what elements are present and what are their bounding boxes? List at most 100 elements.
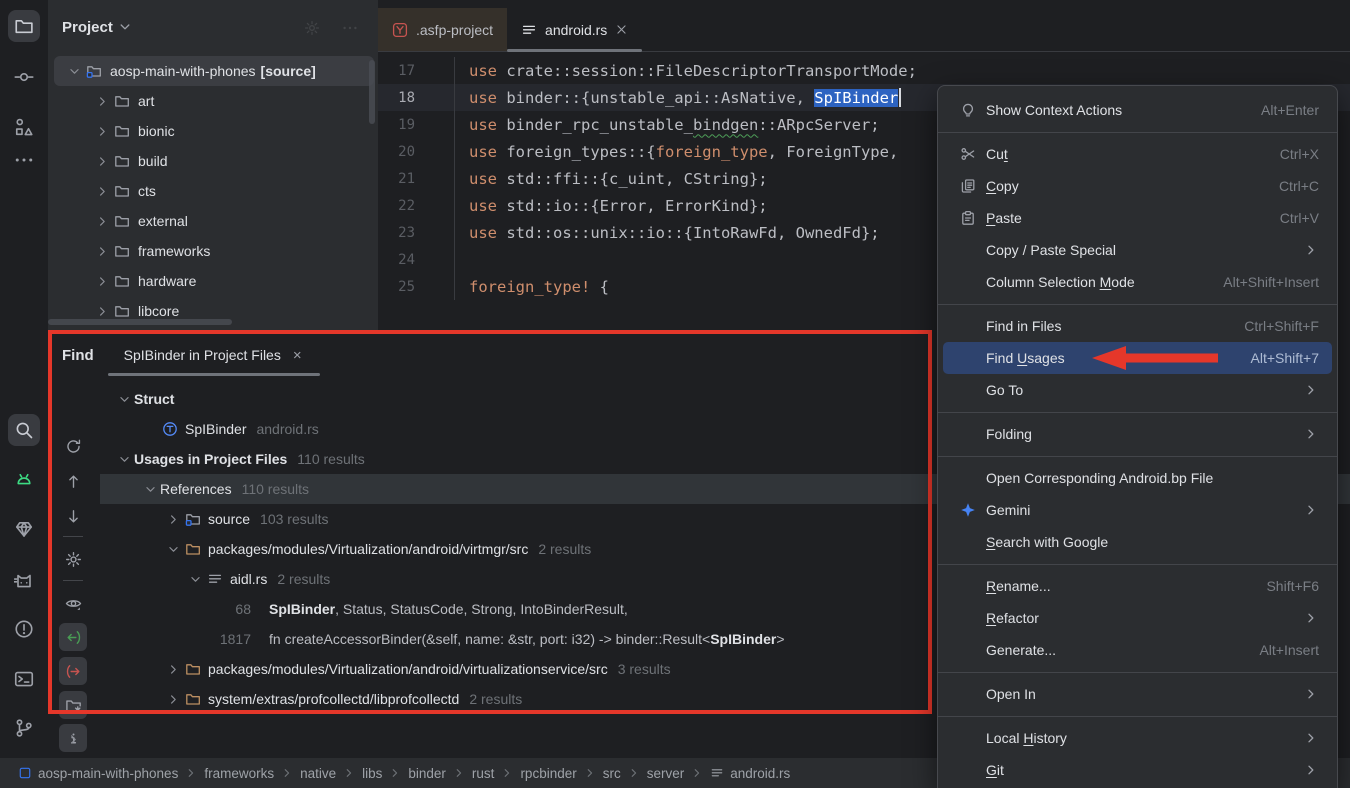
breadcrumb-item-aosp-main-with-phones[interactable]: aosp-main-with-phones [18,766,178,781]
sidebar-git-branch-button[interactable] [8,712,40,744]
find-tool-nav-prev-button[interactable] [59,623,87,651]
menu-item-local-history[interactable]: Local History [938,722,1337,754]
find-tool-eye-button[interactable] [59,589,87,617]
chev-right-icon [95,244,110,259]
submenu-arrow-icon [1303,502,1319,518]
project-panel-title[interactable]: Project [62,19,113,36]
sidebar-android-button[interactable] [8,463,40,495]
menu-item-gemini[interactable]: Gemini [938,494,1337,526]
menu-item-refactor[interactable]: Refactor [938,602,1337,634]
menu-item-rename-[interactable]: Rename... Shift+F6 [938,570,1337,602]
project-tree-item-art[interactable]: art [48,86,378,116]
menu-item-open-corresponding-android-bp-file[interactable]: Open Corresponding Android.bp File [938,462,1337,494]
breadcrumb-item-server[interactable]: server [647,766,685,781]
text-caret [899,88,901,107]
sidebar-more-button[interactable] [8,144,40,176]
find-results-tab[interactable]: SpIBinder in Project Files × [124,332,302,378]
sidebar-search-button[interactable] [8,414,40,446]
sidebar-terminal-button[interactable] [8,663,40,695]
menu-separator [938,710,1337,722]
chev-right-icon [1303,686,1319,702]
line-number: 25 [378,279,415,295]
breadcrumb-item-libs[interactable]: libs [362,766,382,781]
sidebar-structure-button[interactable] [8,111,40,143]
find-tool-refresh-button[interactable] [59,432,87,460]
project-tree-item-hardware[interactable]: hardware [48,266,378,296]
menu-item-generate-[interactable]: Generate... Alt+Insert [938,634,1337,666]
menu-item-copy[interactable]: Copy Ctrl+C [938,170,1337,202]
find-tool-nav-next-button[interactable] [59,657,87,685]
menu-item-open-in[interactable]: Open In [938,678,1337,710]
breadcrumb-item-rpcbinder[interactable]: rpcbinder [520,766,576,781]
submenu-arrow-icon [1303,242,1319,258]
breadcrumb-item-rust[interactable]: rust [472,766,495,781]
chev-right-icon [280,766,294,780]
yaml-icon [392,22,408,38]
breadcrumb-separator-icon [690,766,704,780]
breadcrumb-item-src[interactable]: src [603,766,621,781]
sidebar-project-folder-button[interactable] [8,10,40,42]
collapsed-node-chevron[interactable] [62,728,84,750]
menu-item-cut[interactable]: Cut Ctrl+X [938,138,1337,170]
menu-shortcut: Alt+Shift+7 [1251,350,1320,366]
editor-tab-.asfp-project[interactable]: .asfp-project [378,8,507,51]
more-icon [14,150,34,170]
folder-icon [114,243,130,259]
find-tool-group-folder-button[interactable] [59,691,87,719]
project-tree-item-cts[interactable]: cts [48,176,378,206]
close-icon[interactable]: × [293,347,302,364]
code-line-17[interactable]: 17 use crate::session::FileDescriptorTra… [378,57,1350,84]
menu-item-column-selection-mode[interactable]: Column Selection Mode Alt+Shift+Insert [938,266,1337,298]
scissors-icon [960,146,976,162]
left-tool-stripe [0,0,48,758]
menu-item-git[interactable]: Git [938,754,1337,786]
sidebar-alert-button[interactable] [8,613,40,645]
arrow-down-icon [65,508,82,525]
find-tool-gear-button[interactable] [59,545,87,573]
menu-item-folding[interactable]: Folding [938,418,1337,450]
find-tool-arrow-up-button[interactable] [59,467,87,495]
find-tool-arrow-down-button[interactable] [59,502,87,530]
breadcrumb-item-native[interactable]: native [300,766,336,781]
folder-icon [114,153,130,169]
sidebar-commit-button[interactable] [8,61,40,93]
chev-right-icon [690,766,704,780]
project-vertical-scrollbar[interactable] [369,60,375,124]
find-toolbar [48,378,100,758]
breadcrumb-item-android.rs[interactable]: android.rs [710,766,790,781]
result-line-number: 68 [195,601,251,617]
menu-item-copy-paste-special[interactable]: Copy / Paste Special [938,234,1337,266]
menu-separator [938,298,1337,310]
menu-item-paste[interactable]: Paste Ctrl+V [938,202,1337,234]
project-tree-item-build[interactable]: build [48,146,378,176]
chev-right-icon [166,692,181,707]
menu-item-find-usages[interactable]: Find Usages Alt+Shift+7 [943,342,1332,374]
sidebar-cat-button[interactable] [8,564,40,596]
breadcrumb-item-binder[interactable]: binder [408,766,446,781]
project-tree-item-frameworks[interactable]: frameworks [48,236,378,266]
menu-item-search-with-google[interactable]: Search with Google [938,526,1337,558]
menu-item-show-context-actions[interactable]: Show Context Actions Alt+Enter [938,94,1337,126]
project-root-label: aosp-main-with-phones [110,63,256,79]
breadcrumb-separator-icon [583,766,597,780]
submenu-arrow-icon [1303,730,1319,746]
chev-right-icon [95,304,110,319]
chev-right-icon [583,766,597,780]
project-tree-item-bionic[interactable]: bionic [48,116,378,146]
folder-icon [185,541,201,557]
project-root-row[interactable]: aosp-main-with-phones [source] [54,56,374,86]
breadcrumb-item-frameworks[interactable]: frameworks [204,766,274,781]
folder-icon [114,213,130,229]
chev-right-icon [95,274,110,289]
git-branch-icon [14,718,34,738]
menu-item-find-in-files[interactable]: Find in Files Ctrl+Shift+F [938,310,1337,342]
breadcrumb-separator-icon [342,766,356,780]
tab-close-button[interactable] [615,23,628,36]
sidebar-gem-button[interactable] [8,513,40,545]
project-tree-item-external[interactable]: external [48,206,378,236]
menu-item-go-to[interactable]: Go To [938,374,1337,406]
editor-tab-android.rs[interactable]: android.rs [507,8,642,51]
chevron-down-icon[interactable] [117,19,133,35]
project-horizontal-scrollbar[interactable] [48,319,232,325]
chev-right-icon [166,512,181,527]
